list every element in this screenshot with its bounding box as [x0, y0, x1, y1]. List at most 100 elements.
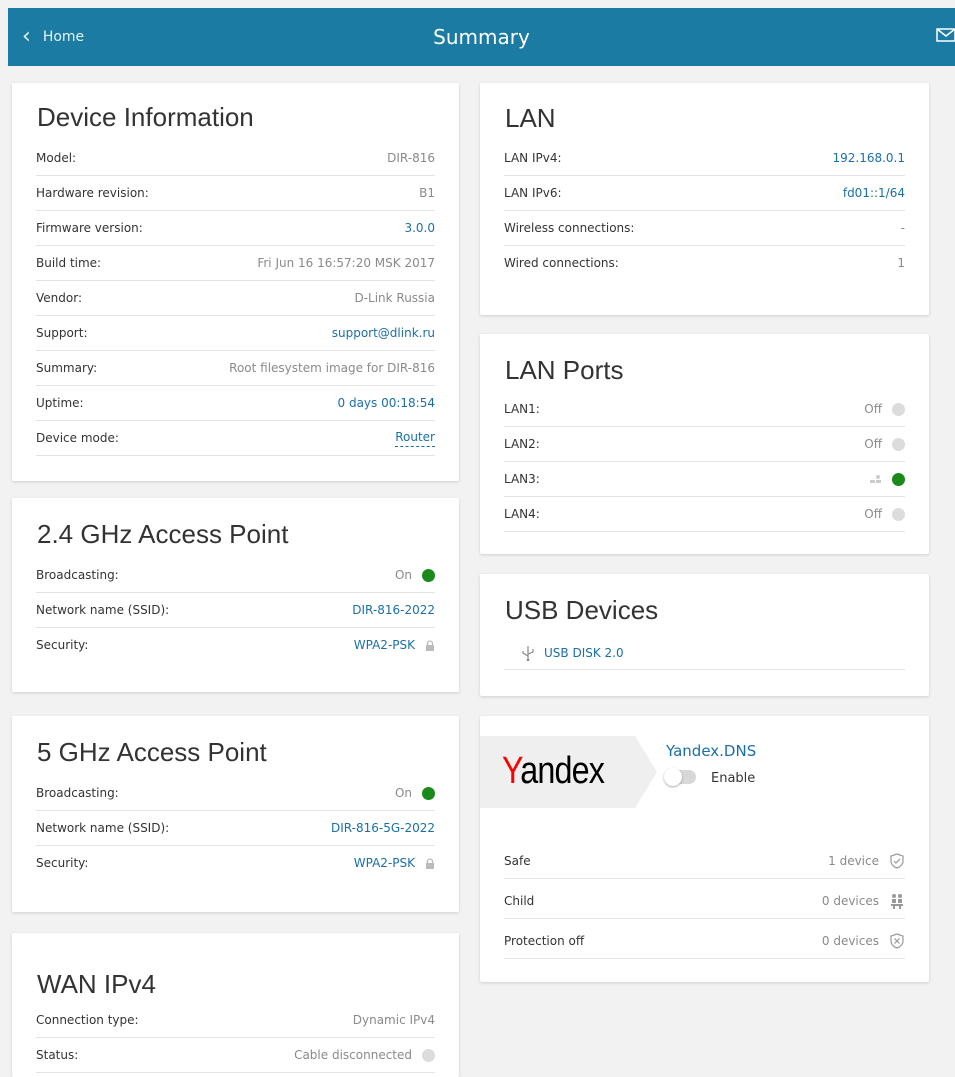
security-link[interactable]: WPA2-PSK	[354, 856, 415, 870]
row-value: 0 devices	[821, 894, 879, 908]
row-value: Cable disconnected	[294, 1048, 412, 1062]
card-title: Device Information	[37, 102, 254, 132]
access-point-5-card: 5 GHz Access Point Broadcasting: On Netw…	[12, 716, 459, 912]
ap5-broadcasting-row: Broadcasting: On	[36, 776, 435, 811]
row-value: Dynamic IPv4	[352, 1013, 435, 1027]
ssid-link[interactable]: DIR-816-2022	[352, 603, 435, 617]
shield-check-icon	[890, 853, 904, 869]
ap5-ssid-row: Network name (SSID): DIR-816-5G-2022	[36, 811, 435, 846]
row-label: Broadcasting:	[36, 786, 119, 800]
yandex-dns-card: Yandex Yandex.DNS Enable Safe 1 device C…	[480, 716, 929, 982]
security-link[interactable]: WPA2-PSK	[354, 638, 415, 652]
status-off-indicator	[422, 1048, 435, 1062]
info-row-model: Model: DIR-816	[36, 141, 435, 176]
wan-status-row: Status: Cable disconnected	[36, 1038, 435, 1073]
wan-connection-type-row: Connection type: Dynamic IPv4	[36, 1003, 435, 1038]
ap24-security-row: Security: WPA2-PSK	[36, 628, 435, 662]
info-row-hardware: Hardware revision: B1	[36, 176, 435, 211]
lock-icon	[426, 857, 434, 869]
card-title: 5 GHz Access Point	[37, 737, 267, 767]
row-value: DIR-816	[387, 151, 435, 165]
ssid-link[interactable]: DIR-816-5G-2022	[331, 821, 435, 835]
row-label: Uptime:	[36, 396, 84, 410]
row-label: LAN IPv4:	[504, 151, 562, 165]
lan3-row: LAN3:	[504, 462, 905, 497]
card-title: USB Devices	[505, 595, 659, 625]
lan-ports-card: LAN Ports LAN1: Off LAN2: Off LAN3: LAN4…	[480, 334, 929, 554]
lan-ipv6-row: LAN IPv6: fd01::1/64	[504, 176, 905, 211]
row-value: -	[900, 221, 905, 235]
ap24-broadcasting-row: Broadcasting: On	[36, 558, 435, 593]
lan-ipv4-link[interactable]: 192.168.0.1	[832, 151, 905, 165]
support-email-link[interactable]: support@dlink.ru	[332, 326, 435, 340]
envelope-icon[interactable]	[936, 28, 955, 42]
yandex-logo: Yandex	[502, 750, 605, 792]
row-label: Protection off	[504, 934, 585, 948]
enable-label: Enable	[711, 771, 756, 786]
row-label: Wireless connections:	[504, 221, 635, 235]
protection-off-row: Protection off 0 devices	[504, 924, 905, 959]
row-label: Status:	[36, 1048, 79, 1062]
row-label: Model:	[36, 151, 77, 165]
row-label: Security:	[36, 856, 89, 870]
row-value: Root filesystem image for DIR-816	[229, 361, 435, 375]
row-value: B1	[419, 186, 435, 200]
status-on-indicator	[422, 568, 435, 582]
usb-devices-card: USB Devices USB DISK 2.0	[480, 574, 929, 696]
row-label: Network name (SSID):	[36, 821, 170, 835]
lan-ipv4-row: LAN IPv4: 192.168.0.1	[504, 141, 905, 176]
lan2-row: LAN2: Off	[504, 427, 905, 462]
card-title: LAN	[505, 103, 556, 133]
lan4-row: LAN4: Off	[504, 497, 905, 532]
status-off-indicator	[892, 507, 905, 521]
lan-ipv6-link[interactable]: fd01::1/64	[843, 186, 905, 200]
ap5-security-row: Security: WPA2-PSK	[36, 846, 435, 880]
row-value: Fri Jun 16 16:57:20 MSK 2017	[257, 256, 435, 270]
usb-icon	[522, 645, 534, 661]
row-label: Device mode:	[36, 431, 119, 445]
info-row-build-time: Build time: Fri Jun 16 16:57:20 MSK 2017	[36, 246, 435, 281]
row-value: 1	[897, 256, 905, 270]
info-row-support: Support: support@dlink.ru	[36, 316, 435, 351]
row-label: Child	[504, 894, 535, 908]
ap24-ssid-row: Network name (SSID): DIR-816-2022	[36, 593, 435, 628]
info-row-vendor: Vendor: D-Link Russia	[36, 281, 435, 316]
row-label: LAN1:	[504, 402, 540, 416]
row-value: D-Link Russia	[354, 291, 435, 305]
device-mode-link[interactable]: Router	[395, 430, 435, 447]
usb-device-link[interactable]: USB DISK 2.0	[544, 646, 624, 660]
row-value: Off	[864, 402, 882, 416]
status-on-indicator	[422, 786, 435, 800]
access-point-24-card: 2.4 GHz Access Point Broadcasting: On Ne…	[12, 498, 459, 692]
row-value: 1 device	[828, 854, 879, 868]
status-off-indicator	[892, 437, 905, 451]
firmware-link[interactable]: 3.0.0	[404, 221, 435, 235]
row-value: On	[394, 568, 412, 582]
card-title: 2.4 GHz Access Point	[37, 519, 289, 549]
row-label: Firmware version:	[36, 221, 143, 235]
wireless-connections-row: Wireless connections: -	[504, 211, 905, 246]
row-value: On	[394, 786, 412, 800]
shield-x-icon	[890, 933, 904, 949]
info-row-summary: Summary: Root filesystem image for DIR-8…	[36, 351, 435, 386]
yandex-enable-toggle[interactable]	[664, 768, 696, 786]
info-row-firmware: Firmware version: 3.0.0	[36, 211, 435, 246]
connected-device-icon	[870, 475, 881, 483]
lan-card: LAN LAN IPv4: 192.168.0.1 LAN IPv6: fd01…	[480, 83, 929, 315]
row-value: Off	[864, 437, 882, 451]
top-bar: ‹ Home Summary	[8, 8, 955, 66]
row-label: LAN3:	[504, 472, 540, 486]
uptime-value: 0 days 00:18:54	[337, 396, 435, 410]
info-row-uptime: Uptime: 0 days 00:18:54	[36, 386, 435, 421]
row-label: Network name (SSID):	[36, 603, 170, 617]
yandex-dns-link[interactable]: Yandex.DNS	[666, 742, 756, 760]
row-label: Security:	[36, 638, 89, 652]
row-label: Safe	[504, 854, 531, 868]
wired-connections-row: Wired connections: 1	[504, 246, 905, 280]
row-label: Vendor:	[36, 291, 82, 305]
usb-device-item[interactable]: USB DISK 2.0	[504, 636, 905, 670]
child-icon	[891, 894, 903, 909]
row-label: LAN2:	[504, 437, 540, 451]
row-label: Broadcasting:	[36, 568, 119, 582]
row-label: Support:	[36, 326, 88, 340]
